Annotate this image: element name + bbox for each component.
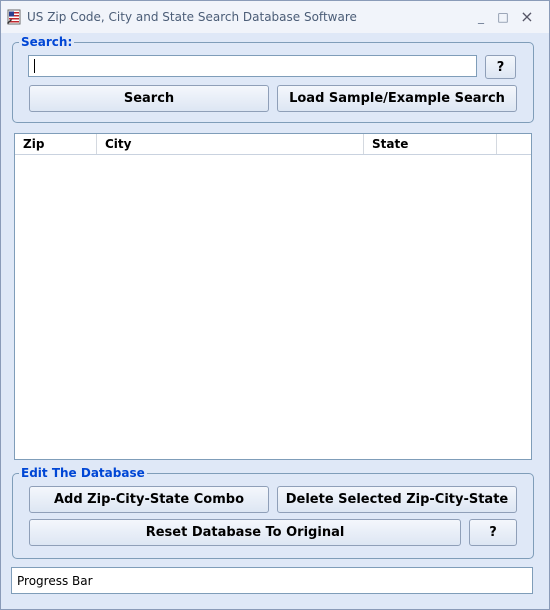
add-combo-button[interactable]: Add Zip-City-State Combo bbox=[29, 486, 269, 513]
search-help-button[interactable]: ? bbox=[485, 55, 516, 79]
close-icon[interactable]: × bbox=[516, 7, 538, 27]
maximize-icon[interactable]: □ bbox=[492, 7, 514, 27]
title-bar[interactable]: US Zip Code, City and State Search Datab… bbox=[1, 1, 549, 33]
list-header: Zip City State bbox=[15, 134, 531, 155]
window-title: US Zip Code, City and State Search Datab… bbox=[27, 10, 357, 24]
app-window: US Zip Code, City and State Search Datab… bbox=[0, 0, 550, 610]
reset-database-button[interactable]: Reset Database To Original bbox=[29, 519, 461, 546]
column-header-state[interactable]: State bbox=[364, 134, 497, 154]
edit-help-button[interactable]: ? bbox=[469, 519, 517, 546]
minimize-icon[interactable]: _ bbox=[470, 7, 492, 27]
column-header-city[interactable]: City bbox=[97, 134, 364, 154]
progress-bar-label: Progress Bar bbox=[17, 574, 93, 588]
column-header-zip[interactable]: Zip bbox=[15, 134, 97, 154]
text-cursor bbox=[34, 59, 35, 73]
search-group-label: Search: bbox=[19, 35, 75, 49]
load-sample-button[interactable]: Load Sample/Example Search bbox=[277, 85, 517, 112]
edit-group-label: Edit The Database bbox=[19, 466, 147, 480]
progress-bar: Progress Bar bbox=[11, 567, 533, 594]
results-list[interactable]: Zip City State bbox=[14, 133, 532, 460]
delete-selected-button[interactable]: Delete Selected Zip-City-State bbox=[277, 486, 517, 513]
search-button[interactable]: Search bbox=[29, 85, 269, 112]
search-input[interactable] bbox=[28, 55, 477, 77]
us-flag-document-icon[interactable] bbox=[6, 9, 22, 25]
